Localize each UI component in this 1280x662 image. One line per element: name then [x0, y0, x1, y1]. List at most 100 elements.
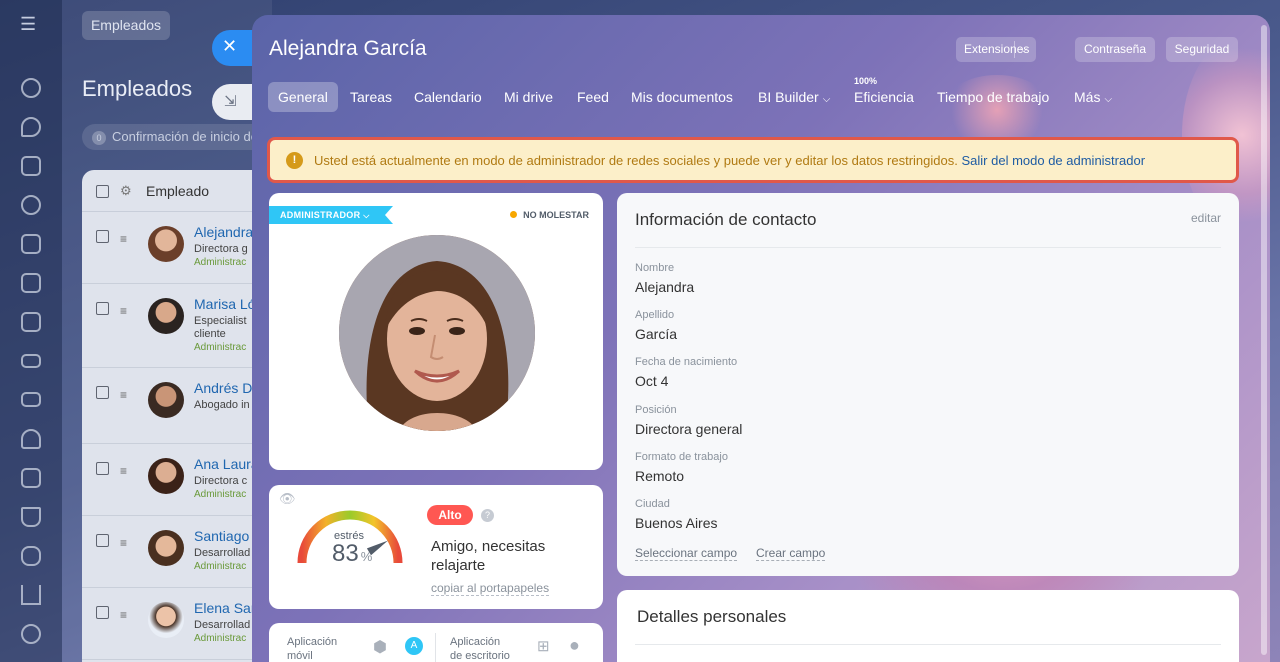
drag-handle-icon[interactable]: ≡ — [120, 464, 127, 478]
android-icon[interactable]: ⬢ — [373, 637, 387, 657]
windows-icon[interactable]: ⊞ — [537, 637, 550, 655]
settings-gear-icon[interactable] — [21, 624, 41, 644]
profile-slider-panel: Alejandra García Extensiones ⌵ Contraseñ… — [252, 15, 1270, 662]
employees-tag[interactable]: Empleados — [82, 11, 170, 40]
status-label: NO MOLESTAR — [523, 210, 589, 220]
menu-icon[interactable]: ☰ — [20, 15, 42, 33]
create-field-link[interactable]: Crear campo — [756, 546, 826, 561]
table-row[interactable]: ≡ Ana Laura Directora c Administrac — [82, 444, 272, 516]
password-button[interactable]: Contraseña — [1075, 37, 1155, 62]
drag-handle-icon[interactable]: ≡ — [120, 388, 127, 402]
employees-icon[interactable] — [21, 429, 41, 449]
table-header: ⚙ Empleado — [82, 170, 272, 212]
employee-name[interactable]: Alejandra — [194, 224, 253, 240]
row-checkbox[interactable] — [96, 606, 109, 619]
apple-icon[interactable]: ● — [569, 635, 580, 656]
tasks-icon[interactable] — [21, 468, 41, 488]
select-all-checkbox[interactable] — [96, 185, 109, 198]
sites-icon[interactable] — [21, 195, 41, 215]
extensions-button[interactable]: Extensiones ⌵ — [956, 37, 1036, 62]
employee-role: Administrac — [194, 633, 247, 644]
administrator-tag[interactable]: ADMINISTRADOR ⌵ — [269, 206, 393, 224]
copy-to-clipboard-link[interactable]: copiar al portapapeles — [431, 581, 550, 596]
settings-gear-icon[interactable]: ⚙ — [120, 170, 132, 212]
table-row[interactable]: ≡ Marisa Ló Especialist cliente Administ… — [82, 284, 272, 368]
tab-bi-builder[interactable]: BI Builder ⌵ — [748, 82, 840, 112]
confirmation-filter[interactable]: 0 Confirmación de inicio de — [82, 124, 272, 150]
employee-role: Administrac — [194, 489, 247, 500]
drag-handle-icon[interactable]: ≡ — [120, 304, 127, 318]
documents-icon[interactable] — [21, 273, 41, 293]
table-row[interactable]: ≡ Alejandra Directora g Administrac — [82, 212, 272, 284]
automation-icon[interactable] — [21, 507, 41, 527]
tab-tareas[interactable]: Tareas — [340, 82, 402, 112]
analytics-icon[interactable] — [21, 585, 41, 605]
alert-text: Usted está actualmente en modo de admini… — [314, 153, 1145, 168]
admin-mode-alert: ! Usted está actualmente en modo de admi… — [267, 137, 1239, 183]
field-label: Posición — [635, 404, 677, 416]
divider — [1014, 41, 1015, 58]
status-badge[interactable]: NO MOLESTAR — [510, 210, 589, 220]
employees-page-title: Empleados — [82, 76, 193, 101]
select-field-link[interactable]: Seleccionar campo — [635, 546, 738, 561]
table-row[interactable]: ≡ Andrés D Abogado in — [82, 368, 272, 444]
info-icon: ! — [286, 152, 303, 169]
employees-table: ⚙ Empleado ≡ Alejandra Directora g Admin… — [82, 170, 272, 662]
desktop-app-label: Aplicación — [450, 636, 501, 648]
column-employee: Empleado — [146, 183, 210, 199]
crm-icon[interactable] — [21, 354, 41, 368]
employee-name[interactable]: Elena Sar — [194, 600, 255, 616]
row-checkbox[interactable] — [96, 534, 109, 547]
drag-handle-icon[interactable]: ≡ — [120, 232, 127, 246]
tab-mis-documentos[interactable]: Mis documentos — [621, 82, 743, 112]
row-checkbox[interactable] — [96, 386, 109, 399]
profile-photo-card: ADMINISTRADOR ⌵ NO MOLESTAR — [269, 193, 603, 470]
chat-icon[interactable] — [21, 117, 41, 137]
activity-icon[interactable] — [21, 78, 41, 98]
minimize-icon: ⇲ — [224, 93, 237, 110]
tab-eficiencia-label: Eficiencia — [854, 89, 914, 105]
row-checkbox[interactable] — [96, 462, 109, 475]
table-row[interactable]: ≡ Elena Sar Desarrollad Administrac — [82, 588, 272, 660]
tab-mi-drive[interactable]: Mi drive — [494, 82, 563, 112]
boards-icon[interactable] — [21, 312, 41, 332]
tab-calendario[interactable]: Calendario — [404, 82, 492, 112]
copilot-icon[interactable] — [21, 546, 41, 566]
table-row[interactable]: ≡ Santiago Desarrollad Administrac — [82, 516, 272, 588]
field-value: García — [635, 326, 678, 342]
tab-feed[interactable]: Feed — [567, 82, 619, 112]
employee-name[interactable]: Andrés D — [194, 380, 252, 396]
employee-name[interactable]: Ana Laura — [194, 456, 259, 472]
chevron-down-icon[interactable]: ⌵ — [1020, 37, 1028, 62]
tab-tiempo-de-trabajo[interactable]: Tiempo de trabajo — [927, 82, 1059, 112]
panel-scrollbar[interactable] — [1261, 25, 1267, 655]
row-checkbox[interactable] — [96, 302, 109, 315]
tab-eficiencia[interactable]: 100% Eficiencia — [844, 76, 924, 112]
drag-handle-icon[interactable]: ≡ — [120, 608, 127, 622]
employee-position: Especialist — [194, 315, 247, 327]
employee-position: Desarrollad — [194, 619, 251, 631]
tab-general[interactable]: General — [268, 82, 338, 112]
app-store-icon[interactable]: A — [405, 637, 423, 655]
security-button[interactable]: Seguridad — [1166, 37, 1238, 62]
help-icon[interactable]: ? — [481, 509, 494, 522]
efficiency-percent: 100% — [854, 76, 878, 86]
avatar — [148, 226, 184, 262]
field-value: Alejandra — [635, 279, 695, 295]
feed-icon[interactable] — [21, 156, 41, 176]
employee-name[interactable]: Marisa Ló — [194, 296, 255, 312]
avatar — [148, 298, 184, 334]
field-value: Buenos Aires — [635, 515, 718, 531]
edit-link[interactable]: editar — [1191, 211, 1221, 225]
drag-handle-icon[interactable]: ≡ — [120, 536, 127, 550]
mail-icon[interactable] — [21, 392, 41, 407]
exit-admin-mode-link[interactable]: Salir del modo de administrador — [961, 153, 1145, 168]
row-checkbox[interactable] — [96, 230, 109, 243]
avatar[interactable] — [339, 235, 535, 431]
stress-card: 👁 estrés 83% Alto ? Amigo, necesitas rel… — [269, 485, 603, 609]
tab-mas[interactable]: Más ⌵ — [1064, 82, 1122, 112]
close-icon: ✕ — [222, 36, 238, 56]
calendar-icon[interactable] — [21, 234, 41, 254]
stress-value: 83% — [332, 540, 372, 568]
employee-name[interactable]: Santiago — [194, 528, 249, 544]
